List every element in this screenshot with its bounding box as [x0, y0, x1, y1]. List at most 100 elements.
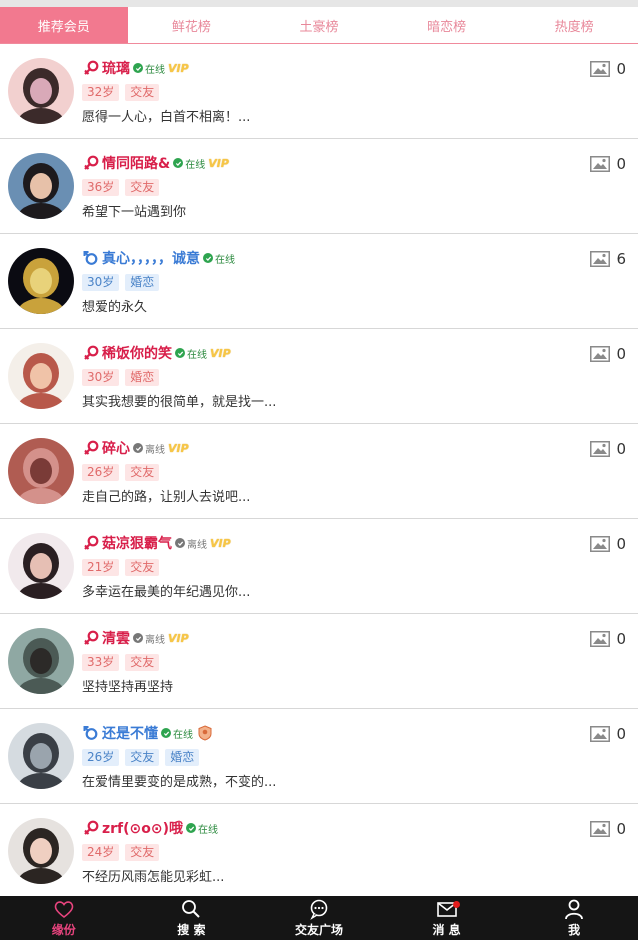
vip-badge: VIP — [168, 441, 189, 455]
member-bio: 想爱的永久 — [82, 300, 148, 315]
tab-1[interactable]: 鲜花榜 — [128, 7, 256, 43]
nav-item-mail[interactable]: 消 息 — [383, 896, 511, 940]
member-row[interactable]: zrf(⊙o⊙)哦 在线 24岁 交友 不经历风雨怎能见彩虹... 0 — [0, 804, 638, 896]
tab-4[interactable]: 热度榜 — [510, 7, 638, 43]
bottom-nav: 缘份 搜 索 交友广场 消 息 我 — [0, 896, 638, 940]
photo-count[interactable]: 0 — [590, 345, 626, 363]
user-icon — [563, 898, 585, 921]
member-row[interactable]: 碎心 离线 VIP 26岁 交友 走自己的路，让别人去说吧... 0 — [0, 424, 638, 519]
nav-label: 交友广场 — [294, 923, 343, 937]
member-row[interactable]: 情同陌路& 在线 VIP 36岁 交友 希望下一站遇到你 0 — [0, 139, 638, 234]
avatar[interactable] — [8, 818, 74, 884]
avatar[interactable] — [8, 343, 74, 409]
tab-0[interactable]: 推荐会员 — [0, 7, 128, 43]
status-check-icon — [133, 633, 143, 643]
nav-label: 搜 索 — [177, 923, 206, 937]
photo-count-value: 0 — [616, 345, 626, 363]
avatar[interactable] — [8, 153, 74, 219]
avatar[interactable] — [8, 248, 74, 314]
avatar[interactable] — [8, 438, 74, 504]
status-strip — [0, 0, 638, 7]
member-name[interactable]: 还是不懂 — [102, 723, 158, 743]
member-name[interactable]: 琉璃 — [102, 58, 130, 78]
nav-label: 我 — [568, 923, 581, 937]
avatar[interactable] — [8, 723, 74, 789]
image-icon — [590, 536, 611, 552]
vip-badge: VIP — [208, 156, 229, 170]
tab-3[interactable]: 暗恋榜 — [383, 7, 511, 43]
photo-count[interactable]: 0 — [590, 535, 626, 553]
member-row[interactable]: 稀饭你的笑 在线 VIP 30岁 婚恋 其实我想要的很简单，就是找一... 0 — [0, 329, 638, 424]
nav-label: 消 息 — [432, 923, 461, 937]
nav-item-user[interactable]: 我 — [510, 896, 638, 940]
photo-count[interactable]: 0 — [590, 725, 626, 743]
female-icon — [84, 345, 99, 360]
status-indicator: 在线 — [175, 346, 207, 361]
member-tag: 33岁 — [82, 654, 120, 671]
status-text: 在线 — [215, 254, 235, 266]
unread-dot — [452, 901, 460, 908]
vip-badge: VIP — [168, 631, 189, 645]
image-icon — [590, 251, 611, 267]
chat-icon — [308, 898, 330, 921]
status-check-icon — [161, 728, 171, 738]
member-row[interactable]: 清雲 离线 VIP 33岁 交友 坚持坚持再坚持 0 — [0, 614, 638, 709]
status-text: 在线 — [187, 349, 207, 361]
status-check-icon — [133, 443, 143, 453]
photo-count-value: 0 — [616, 535, 626, 553]
photo-count[interactable]: 6 — [590, 250, 626, 268]
status-text: 离线 — [145, 634, 165, 646]
member-bio: 走自己的路，让别人去说吧... — [82, 490, 251, 505]
female-icon — [84, 535, 99, 550]
member-bio: 多幸运在最美的年纪遇见你... — [82, 585, 251, 600]
member-tag: 26岁 — [82, 749, 120, 766]
member-bio: 希望下一站遇到你 — [82, 205, 187, 220]
female-icon — [84, 60, 99, 75]
member-row[interactable]: 琉璃 在线 VIP 32岁 交友 愿得一人心，白首不相离！... 0 — [0, 44, 638, 139]
member-name[interactable]: zrf(⊙o⊙)哦 — [102, 818, 183, 838]
avatar[interactable] — [8, 58, 74, 124]
member-name[interactable]: 菇凉狠霸气 — [102, 533, 172, 553]
member-bio: 在爱情里要变的是成熟，不变的... — [82, 775, 277, 790]
tab-2[interactable]: 土豪榜 — [255, 7, 383, 43]
image-icon — [590, 61, 611, 77]
member-tag: 21岁 — [82, 559, 120, 576]
male-icon — [83, 251, 98, 265]
member-row[interactable]: 真心，，，，，诚意 在线 30岁 婚恋 想爱的永久 6 — [0, 234, 638, 329]
nav-item-search[interactable]: 搜 索 — [128, 896, 256, 940]
photo-count[interactable]: 0 — [590, 820, 626, 838]
status-check-icon — [186, 823, 197, 833]
member-row[interactable]: 菇凉狠霸气 离线 VIP 21岁 交友 多幸运在最美的年纪遇见你... 0 — [0, 519, 638, 614]
photo-count[interactable]: 0 — [590, 630, 626, 648]
member-tag: 交友 — [125, 749, 160, 766]
member-name[interactable]: 真心，，，，，诚意 — [102, 248, 200, 268]
member-row[interactable]: 还是不懂 在线 26岁 交友 婚恋 在爱情里要变的是成熟，不变的... 0 — [0, 709, 638, 804]
tab-bar: 推荐会员 鲜花榜 土豪榜 暗恋榜 热度榜 — [0, 7, 638, 44]
avatar[interactable] — [8, 533, 74, 599]
member-name[interactable]: 清雲 — [102, 628, 130, 648]
member-tag: 交友 — [125, 559, 160, 576]
female-icon — [84, 155, 99, 170]
photo-count-value: 6 — [616, 250, 626, 268]
photo-count[interactable]: 0 — [590, 440, 626, 458]
member-name[interactable]: 情同陌路& — [102, 153, 170, 173]
member-tag: 24岁 — [82, 844, 120, 861]
nav-item-chat[interactable]: 交友广场 — [255, 896, 383, 940]
status-text: 离线 — [187, 539, 207, 551]
status-text: 在线 — [173, 729, 193, 741]
photo-count[interactable]: 0 — [590, 155, 626, 173]
image-icon — [590, 156, 611, 172]
member-bio: 其实我想要的很简单，就是找一... — [82, 395, 277, 410]
avatar[interactable] — [8, 628, 74, 694]
status-text: 离线 — [145, 444, 165, 456]
female-icon — [84, 820, 99, 835]
member-tag: 26岁 — [82, 464, 120, 481]
member-name[interactable]: 稀饭你的笑 — [102, 343, 172, 363]
status-indicator: 在线 — [186, 821, 218, 836]
member-name[interactable]: 碎心 — [102, 438, 130, 458]
nav-item-heart[interactable]: 缘份 — [0, 896, 128, 940]
status-indicator: 在线 — [203, 251, 235, 266]
member-tag: 30岁 — [82, 274, 120, 291]
photo-count[interactable]: 0 — [590, 60, 626, 78]
female-icon — [84, 630, 99, 645]
